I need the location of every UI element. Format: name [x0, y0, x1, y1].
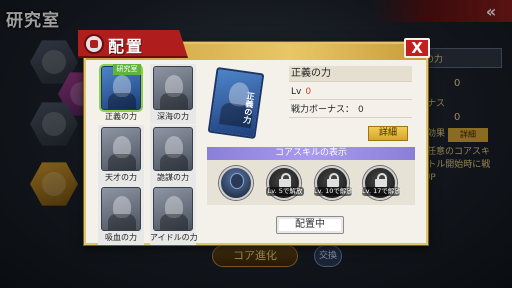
bonus-value: 0 — [358, 105, 364, 115]
card-label: 吸血の力 — [105, 233, 137, 242]
bonus-row: 戦力ボーナス： 0 — [289, 102, 412, 118]
core-skill-panel: コアスキルの表示 Lv. 5で解放 Lv. 10で解放 Lv. 17で解放 — [207, 147, 415, 205]
level-label: Lv — [291, 87, 302, 97]
core-skill-4[interactable]: Lv. 17で解放 — [362, 166, 401, 200]
card-label: 天才の力 — [105, 173, 137, 182]
lock-icon — [327, 173, 339, 187]
core-skill-3[interactable]: Lv. 10で解放 — [314, 166, 353, 200]
card-art — [153, 127, 193, 171]
card-label: 深海の力 — [157, 112, 189, 121]
core-skill-1[interactable] — [219, 166, 253, 200]
dialog-title-banner: 配置 — [78, 30, 188, 58]
card-justice[interactable]: 研究室 正義の力 — [98, 64, 144, 124]
detail-button[interactable]: 詳細 — [368, 126, 408, 141]
level-value: 0 — [305, 87, 312, 97]
card-art — [153, 187, 193, 231]
card-label: 詭謀の力 — [157, 173, 189, 182]
skill-unlock-text: Lv. 10で解放 — [314, 187, 353, 196]
level-row: Lv 0 — [289, 84, 412, 100]
card-art — [101, 187, 141, 231]
card-scheme[interactable]: 詭謀の力 — [150, 125, 196, 185]
skill-unlock-text: Lv. 5で解放 — [266, 187, 304, 196]
card-idol[interactable]: アイドルの力 — [150, 185, 198, 245]
bonus-label: 戦力ボーナス： — [291, 105, 355, 115]
dialog-title: 配置 — [108, 37, 145, 56]
card-label: アイドルの力 — [150, 233, 198, 242]
card-art — [101, 127, 141, 171]
deploy-dialog: 配置 X 研究室 正義の力 深海の力 天才の力 詭謀の力 吸血の力 アイドルの力… — [78, 30, 430, 245]
lock-icon — [279, 173, 291, 187]
selected-card-name: 正義の力 — [289, 66, 412, 82]
fist-icon — [84, 34, 104, 54]
card-label: 正義の力 — [105, 112, 137, 121]
deploy-button[interactable]: 配置中 — [276, 216, 344, 234]
selected-card-art: 正義の力 — [207, 66, 265, 140]
character-icon — [230, 173, 244, 189]
core-skill-header: コアスキルの表示 — [207, 147, 415, 160]
card-genius[interactable]: 天才の力 — [98, 125, 144, 185]
lock-icon — [375, 173, 387, 187]
skill-unlock-text: Lv. 17で解放 — [362, 187, 401, 196]
card-deepsea[interactable]: 深海の力 — [150, 64, 196, 124]
card-tag-lab: 研究室 — [113, 64, 141, 75]
card-art — [153, 66, 193, 110]
close-button[interactable]: X — [404, 38, 430, 58]
card-vampire[interactable]: 吸血の力 — [98, 185, 144, 245]
core-skill-2[interactable]: Lv. 5で解放 — [266, 166, 304, 200]
